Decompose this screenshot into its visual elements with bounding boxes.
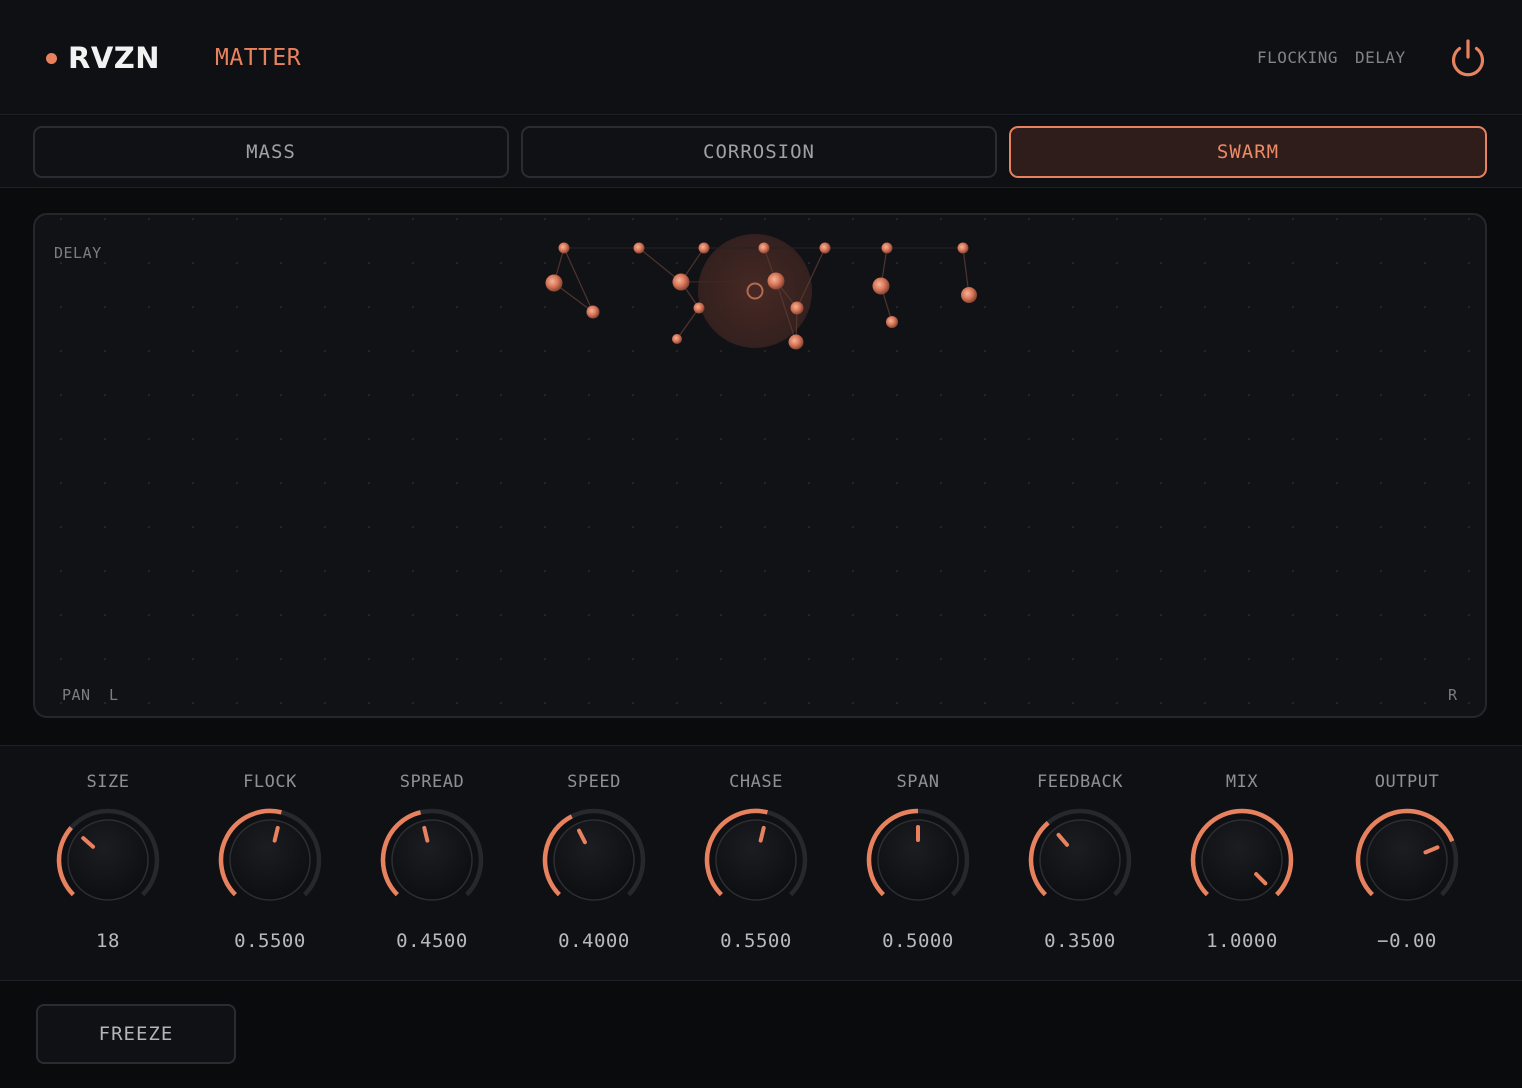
mix-knob-dial[interactable] xyxy=(1188,806,1296,914)
chase-knob-dial[interactable] xyxy=(702,806,810,914)
particle xyxy=(586,305,600,319)
mode-tag-flocking: FLOCKING xyxy=(1257,48,1339,67)
particle xyxy=(698,242,710,254)
particle xyxy=(693,302,705,314)
knob-body xyxy=(715,819,797,901)
knob-body xyxy=(1366,819,1448,901)
swarm-canvas xyxy=(545,234,977,350)
knob-label: SPAN xyxy=(896,772,940,792)
mode-tabs: MASS CORROSION SWARM xyxy=(0,116,1522,188)
particle xyxy=(788,334,804,350)
knob-panel: SIZE 18 FLOCK 0.5500 SPREAD 0.4500 SPEED… xyxy=(0,745,1522,981)
knob-speed[interactable]: SPEED 0.4000 xyxy=(519,746,669,982)
knob-value: 0.5000 xyxy=(882,930,954,952)
particle xyxy=(872,277,890,295)
knob-body xyxy=(1039,819,1121,901)
knob-value: −0.00 xyxy=(1377,930,1437,952)
brand-logo-text: RVZN xyxy=(68,41,161,75)
spread-knob-dial[interactable] xyxy=(378,806,486,914)
knob-value: 1.0000 xyxy=(1206,930,1278,952)
feedback-knob-dial[interactable] xyxy=(1026,806,1134,914)
particle xyxy=(957,242,969,254)
power-icon[interactable] xyxy=(1448,38,1488,78)
knob-mix[interactable]: MIX 1.0000 xyxy=(1167,746,1317,982)
speed-knob-dial[interactable] xyxy=(540,806,648,914)
particle xyxy=(758,242,770,254)
tab-corrosion[interactable]: CORROSION xyxy=(521,126,997,178)
tab-mass[interactable]: MASS xyxy=(33,126,509,178)
mode-tag-delay: DELAY xyxy=(1355,48,1406,67)
particle xyxy=(767,272,785,290)
knob-value: 0.4000 xyxy=(558,930,630,952)
particle xyxy=(961,287,977,303)
particle xyxy=(819,242,831,254)
knob-span[interactable]: SPAN 0.5000 xyxy=(843,746,993,982)
knob-body xyxy=(229,819,311,901)
size-knob-dial[interactable] xyxy=(54,806,162,914)
footer-bar: FREEZE xyxy=(0,982,1522,1088)
particle xyxy=(672,334,682,344)
particle xyxy=(558,242,570,254)
knob-body xyxy=(67,819,149,901)
knob-body xyxy=(553,819,635,901)
knob-value: 0.4500 xyxy=(396,930,468,952)
knob-body xyxy=(1201,819,1283,901)
freeze-button[interactable]: FREEZE xyxy=(36,1004,236,1064)
cursor-glow xyxy=(698,234,812,348)
knob-spread[interactable]: SPREAD 0.4500 xyxy=(357,746,507,982)
knob-flock[interactable]: FLOCK 0.5500 xyxy=(195,746,345,982)
knob-feedback[interactable]: FEEDBACK 0.3500 xyxy=(1005,746,1155,982)
particle xyxy=(886,316,898,328)
knob-body xyxy=(391,819,473,901)
flock-knob-dial[interactable] xyxy=(216,806,324,914)
knob-value: 0.5500 xyxy=(720,930,792,952)
knob-label: OUTPUT xyxy=(1374,772,1440,792)
span-knob-dial[interactable] xyxy=(864,806,972,914)
particle xyxy=(881,242,893,254)
knob-value: 0.3500 xyxy=(1044,930,1116,952)
knob-label: MIX xyxy=(1225,772,1259,792)
knob-size[interactable]: SIZE 18 xyxy=(33,746,183,982)
header-bar: RVZN MATTER FLOCKING DELAY xyxy=(0,0,1522,115)
particle xyxy=(790,301,804,315)
particle xyxy=(633,242,645,254)
knob-label: SPREAD xyxy=(399,772,465,792)
knob-label: SIZE xyxy=(86,772,130,792)
tab-swarm[interactable]: SWARM xyxy=(1009,126,1487,178)
knob-label: FLOCK xyxy=(243,772,297,792)
preset-name[interactable]: MATTER xyxy=(215,42,301,74)
particle xyxy=(545,274,563,292)
knob-value: 18 xyxy=(96,930,120,952)
output-knob-dial[interactable] xyxy=(1353,806,1461,914)
knob-label: SPEED xyxy=(567,772,621,792)
status-dot xyxy=(46,53,57,64)
knob-label: FEEDBACK xyxy=(1037,772,1123,792)
swarm-field[interactable]: DELAY PAN L R xyxy=(33,213,1487,718)
particle xyxy=(672,273,690,291)
knob-output[interactable]: OUTPUT −0.00 xyxy=(1332,746,1482,982)
knob-chase[interactable]: CHASE 0.5500 xyxy=(681,746,831,982)
knob-label: CHASE xyxy=(729,772,783,792)
knob-value: 0.5500 xyxy=(234,930,306,952)
